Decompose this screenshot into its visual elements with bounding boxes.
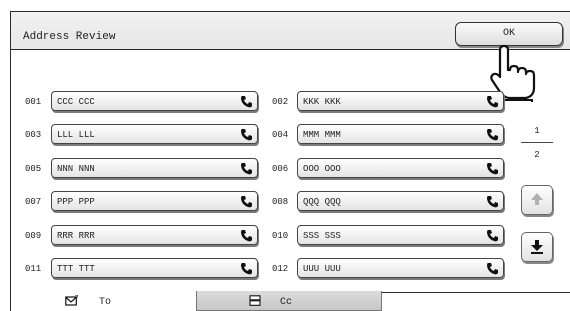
entry-label: NNN NNN <box>57 164 95 174</box>
entry-label: LLL LLL <box>57 130 95 140</box>
arrow-up-icon <box>531 193 543 205</box>
address-entry-button[interactable]: SSS SSS <box>297 225 504 245</box>
entry-number: 002 <box>272 97 289 107</box>
phone-icon <box>241 129 252 141</box>
phone-icon <box>241 196 252 208</box>
page-divider <box>521 142 553 143</box>
ok-button[interactable]: OK <box>455 22 563 46</box>
address-entry-button[interactable]: LLL LLL <box>51 124 258 144</box>
entry-number: 005 <box>25 164 42 174</box>
phone-icon <box>487 129 498 141</box>
address-entry-button[interactable]: RRR RRR <box>51 225 258 245</box>
address-entry-button[interactable]: OOO OOO <box>297 158 504 178</box>
phone-icon <box>487 96 498 108</box>
entry-number: 010 <box>272 231 289 241</box>
entry-label: UUU UUU <box>303 264 341 274</box>
address-entry-button[interactable]: NNN NNN <box>51 158 258 178</box>
phone-icon <box>241 263 252 275</box>
address-entry-button[interactable]: QQQ QQQ <box>297 191 504 211</box>
entry-number: 009 <box>25 231 42 241</box>
entry-label: KKK KKK <box>303 97 341 107</box>
address-entry-button[interactable]: KKK KKK <box>297 91 504 111</box>
phone-icon <box>487 230 498 242</box>
tab-label: Cc <box>280 297 293 308</box>
page-current: 1 <box>534 126 540 136</box>
address-entry-button[interactable]: UUU UUU <box>297 258 504 278</box>
phone-icon <box>241 163 252 175</box>
scroll-up-button[interactable] <box>521 185 553 215</box>
phone-icon <box>241 230 252 242</box>
phone-icon <box>487 163 498 175</box>
entry-number: 008 <box>272 197 289 207</box>
entry-label: TTT TTT <box>57 264 95 274</box>
entry-number: 012 <box>272 264 289 274</box>
entry-number: 001 <box>25 97 42 107</box>
stacked-mail-icon <box>249 295 261 306</box>
entry-label: PPP PPP <box>57 197 95 207</box>
entry-label: CCC CCC <box>57 97 95 107</box>
entry-number: 004 <box>272 130 289 140</box>
envelope-icon <box>65 295 78 306</box>
arrow-down-end-icon <box>531 240 543 254</box>
entry-label: SSS SSS <box>303 231 341 241</box>
phone-icon <box>241 96 252 108</box>
address-entry-button[interactable]: PPP PPP <box>51 191 258 211</box>
entry-number: 007 <box>25 197 42 207</box>
tab-to[interactable]: To <box>10 291 196 311</box>
tab-cc[interactable]: Cc <box>196 291 382 311</box>
page-total: 2 <box>534 150 540 160</box>
entry-number: 011 <box>25 264 42 274</box>
address-entry-button[interactable]: MMM MMM <box>297 124 504 144</box>
entry-label: MMM MMM <box>303 130 341 140</box>
address-entry-button[interactable]: CCC CCC <box>51 91 258 111</box>
entry-label: OOO OOO <box>303 164 341 174</box>
address-entry-button[interactable]: TTT TTT <box>51 258 258 278</box>
page-title: Address Review <box>23 31 116 43</box>
phone-icon <box>487 263 498 275</box>
phone-icon <box>487 196 498 208</box>
tab-label: To <box>99 297 112 308</box>
entry-number: 003 <box>25 130 42 140</box>
entry-label: RRR RRR <box>57 231 95 241</box>
entry-number: 006 <box>272 164 289 174</box>
entry-label: QQQ QQQ <box>303 197 341 207</box>
scroll-down-button[interactable] <box>521 232 553 262</box>
